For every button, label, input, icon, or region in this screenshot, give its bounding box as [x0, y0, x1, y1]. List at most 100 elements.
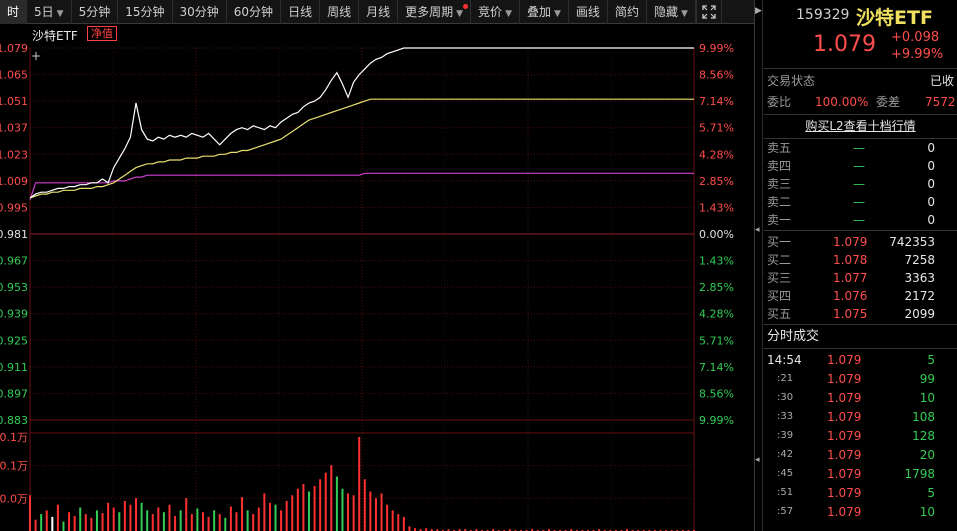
level-label: 买一 — [767, 235, 792, 249]
buy-level-row[interactable]: 买一 1.079 742353 — [767, 233, 957, 251]
period-tab[interactable]: 竞价 ▼ — [471, 0, 520, 24]
tick-time: 14:54 — [767, 353, 802, 367]
volume-bar — [79, 507, 82, 531]
volume-bar — [196, 508, 199, 531]
level-price: — — [853, 159, 865, 173]
side-arrow-icon[interactable]: ◂ — [755, 225, 760, 235]
period-tabs: 时 5日 ▼ 5分钟 15分钟 30分钟 60分钟 日线 周线 月线 更多周期 ▼ 竞价 ▼ 叠加 ▼ 画线 简约… — [0, 0, 696, 24]
volume-bar — [140, 502, 143, 531]
tick-row: :45 1.079 1798 — [767, 465, 957, 483]
level-label: 卖二 — [767, 195, 792, 209]
level-label: 卖一 — [767, 213, 792, 227]
period-tab-label: 周线 — [327, 4, 352, 19]
tick-time: :42 — [777, 449, 794, 460]
sell-level-row[interactable]: 卖一 — 0 — [767, 211, 957, 229]
period-tab[interactable]: 叠加 ▼ — [520, 0, 569, 24]
volume-bar — [280, 510, 283, 531]
volume-bar — [241, 497, 244, 531]
level-label: 买四 — [767, 289, 792, 303]
price-tick-label: 0.981 — [0, 228, 28, 241]
level-label: 卖五 — [767, 141, 792, 155]
collapse-arrow-icon[interactable]: ▶ — [755, 6, 762, 16]
period-tab[interactable]: 60分钟 — [227, 0, 282, 24]
volume-bar — [168, 504, 171, 531]
volume-bar — [29, 495, 31, 531]
volume-tick-label: 0.1万 — [0, 460, 28, 473]
period-tab[interactable]: 5分钟 — [72, 0, 119, 24]
pct-tick-label: 9.99% — [699, 42, 734, 55]
nav-badge[interactable]: 净值 — [87, 26, 117, 41]
volume-bar — [90, 517, 93, 531]
period-tab[interactable]: 30分钟 — [173, 0, 227, 24]
level-volume: 742353 — [889, 235, 935, 249]
price-tick-label: 0.953 — [0, 281, 28, 294]
volume-bar — [224, 517, 227, 531]
price-tick-label: 1.079 — [0, 42, 28, 55]
tick-row: :51 1.079 5 — [767, 484, 957, 502]
period-tab[interactable]: 时 — [0, 0, 28, 24]
volume-bar — [380, 493, 383, 531]
sell-level-row[interactable]: 卖二 — 0 — [767, 193, 957, 211]
trade-status-row: 交易状态 已收 — [767, 72, 957, 90]
tick-price: 1.079 — [827, 372, 862, 386]
sell-level-row[interactable]: 卖三 — 0 — [767, 175, 957, 193]
buy-level-row[interactable]: 买五 1.075 2099 — [767, 305, 957, 323]
tick-time: :45 — [777, 468, 794, 479]
volume-bar — [313, 485, 316, 531]
period-tab-label: 时 — [7, 4, 20, 19]
pct-tick-label: 8.56% — [699, 69, 734, 82]
tick-volume: 5 — [927, 353, 935, 367]
period-tab[interactable]: 5日 ▼ — [27, 0, 72, 24]
volume-bar — [45, 510, 48, 531]
level-price: 1.077 — [833, 271, 868, 285]
volume-bar — [274, 504, 277, 531]
period-tab[interactable]: 日线 — [281, 0, 321, 24]
volume-bar — [235, 512, 238, 531]
tick-volume: 5 — [927, 486, 935, 500]
volume-bar — [174, 515, 177, 531]
period-tab[interactable]: 周线 — [320, 0, 360, 24]
level-volume: 0 — [927, 141, 935, 155]
level-volume: 0 — [927, 213, 935, 227]
buy-level-row[interactable]: 买四 1.076 2172 — [767, 287, 957, 305]
price-change-pct: +9.99% — [891, 47, 944, 62]
period-tab-label: 5日 — [34, 4, 54, 19]
side-arrow-icon[interactable]: ◂ — [755, 455, 760, 465]
volume-bar — [179, 510, 182, 531]
period-tab[interactable]: 月线 — [359, 0, 399, 24]
level-volume: 3363 — [904, 271, 935, 285]
price-tick-label: 0.925 — [0, 334, 28, 347]
period-tab[interactable]: 画线 — [569, 0, 608, 24]
expand-icon[interactable] — [695, 0, 722, 24]
volume-bar — [285, 500, 288, 531]
period-tab[interactable]: 更多周期 ▼ — [398, 0, 472, 24]
price-tick-label: 0.939 — [0, 308, 28, 321]
buy-level-row[interactable]: 买三 1.077 3363 — [767, 269, 957, 287]
notification-dot — [463, 3, 469, 9]
order-ratio-row: 委比 100.00% 委差 7572 — [767, 93, 957, 111]
l2-link[interactable]: 购买L2查看十档行情 — [805, 119, 915, 133]
volume-bar — [402, 516, 405, 531]
buy-level-row[interactable]: 买二 1.078 7258 — [767, 251, 957, 269]
tick-price: 1.079 — [827, 353, 862, 367]
tick-volume: 20 — [919, 448, 935, 462]
volume-bar — [358, 437, 361, 531]
sell-level-row[interactable]: 卖四 — 0 — [767, 157, 957, 175]
l2-row: 购买L2查看十档行情 — [764, 117, 957, 135]
period-tab[interactable]: 15分钟 — [118, 0, 173, 24]
level-volume: 0 — [927, 159, 935, 173]
tick-row: :57 1.079 10 — [767, 503, 957, 521]
chart-title: 沙特ETF — [32, 29, 78, 43]
panel-toggle-strip[interactable]: ▶ ◂ ◂ — [755, 0, 763, 531]
period-tab[interactable]: 简约 — [608, 0, 647, 24]
tick-volume: 10 — [919, 505, 935, 519]
level-label: 买五 — [767, 307, 792, 321]
period-tab-label: 月线 — [366, 4, 391, 19]
period-tab-label: 画线 — [575, 4, 600, 19]
stock-code: 159329 — [796, 7, 850, 23]
period-tab[interactable]: 隐藏 ▼ — [647, 0, 696, 24]
volume-bar — [84, 514, 87, 531]
sell-level-row[interactable]: 卖五 — 0 — [767, 139, 957, 157]
price-tick-label: 1.051 — [0, 95, 28, 108]
intraday-chart[interactable]: 1.079 1.065 1.051 1.037 1.023 1.009 0.995 0.981… — [0, 24, 754, 531]
